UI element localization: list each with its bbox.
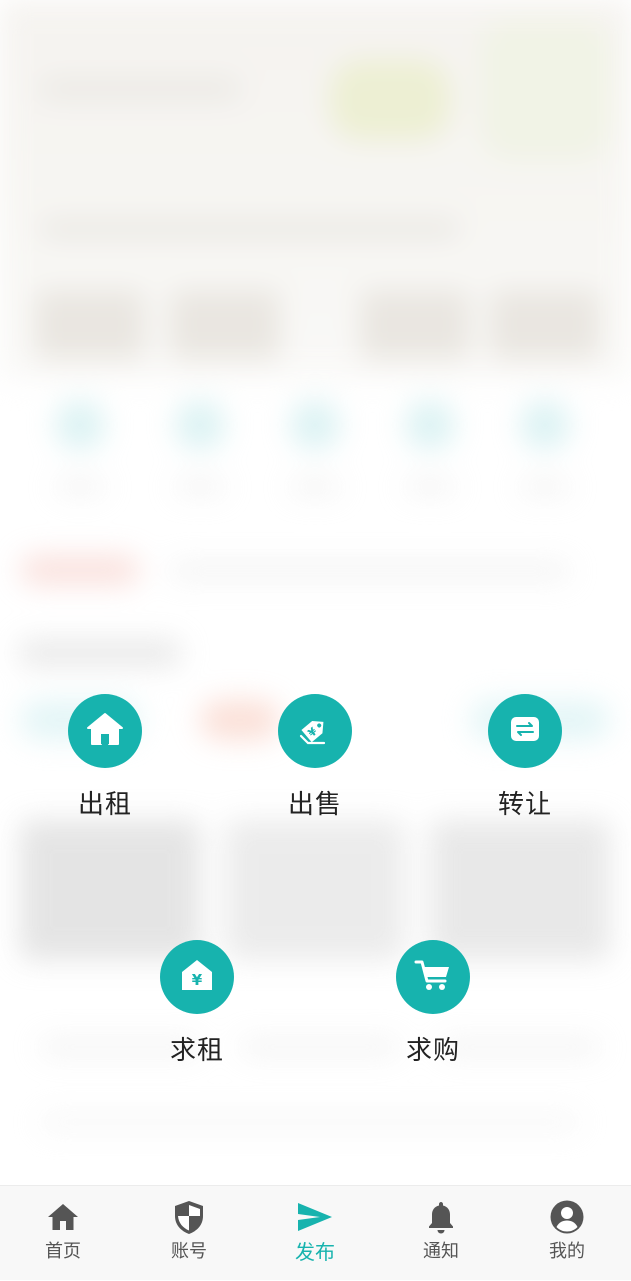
house-icon — [83, 707, 127, 755]
publish-want-buy-label: 求购 — [405, 1036, 460, 1066]
publish-want-rent-label: 求租 — [169, 1036, 224, 1066]
publish-sell-circle: ¥ — [278, 694, 352, 768]
swap-arrows-icon — [505, 709, 545, 753]
tab-home-label: 首页 — [45, 1241, 81, 1262]
shield-icon — [170, 1198, 208, 1236]
tab-account-label: 账号 — [171, 1241, 207, 1262]
publish-want-rent-circle: ¥ — [160, 940, 234, 1014]
price-tag-yen-icon: ¥ — [292, 706, 338, 756]
bottom-tab-bar: 首页 账号 发布 通知 我的 — [0, 1185, 631, 1280]
publish-want-rent-button[interactable]: ¥ 求租 — [137, 940, 257, 1066]
tab-profile-label: 我的 — [549, 1241, 585, 1262]
publish-transfer-button[interactable]: 转让 — [465, 694, 585, 820]
tab-profile[interactable]: 我的 — [504, 1186, 630, 1281]
tab-publish[interactable]: 发布 — [252, 1186, 378, 1281]
publish-rent-out-circle — [68, 694, 142, 768]
tab-notifications[interactable]: 通知 — [378, 1186, 504, 1281]
publish-transfer-circle — [488, 694, 562, 768]
publish-rent-out-label: 出租 — [77, 790, 132, 820]
publish-sell-label: 出售 — [287, 790, 342, 820]
svg-text:¥: ¥ — [192, 971, 203, 989]
tab-account[interactable]: 账号 — [126, 1186, 252, 1281]
publish-want-buy-button[interactable]: 求购 — [373, 940, 493, 1066]
home-icon — [44, 1198, 82, 1236]
shopping-cart-icon — [412, 954, 454, 1000]
publish-want-buy-circle — [396, 940, 470, 1014]
tab-publish-label: 发布 — [295, 1240, 335, 1264]
bell-icon — [422, 1198, 460, 1236]
publish-transfer-label: 转让 — [497, 790, 552, 820]
tab-notifications-label: 通知 — [423, 1241, 459, 1262]
house-yen-icon: ¥ — [176, 954, 218, 1000]
publish-rent-out-button[interactable]: 出租 — [45, 694, 165, 820]
tab-home[interactable]: 首页 — [0, 1186, 126, 1281]
user-circle-icon — [548, 1198, 586, 1236]
send-icon — [296, 1198, 334, 1236]
publish-menu-overlay: 出租 ¥ 出售 转让 ¥ 求租 求购 — [0, 0, 631, 1185]
publish-sell-button[interactable]: ¥ 出售 — [255, 694, 375, 820]
